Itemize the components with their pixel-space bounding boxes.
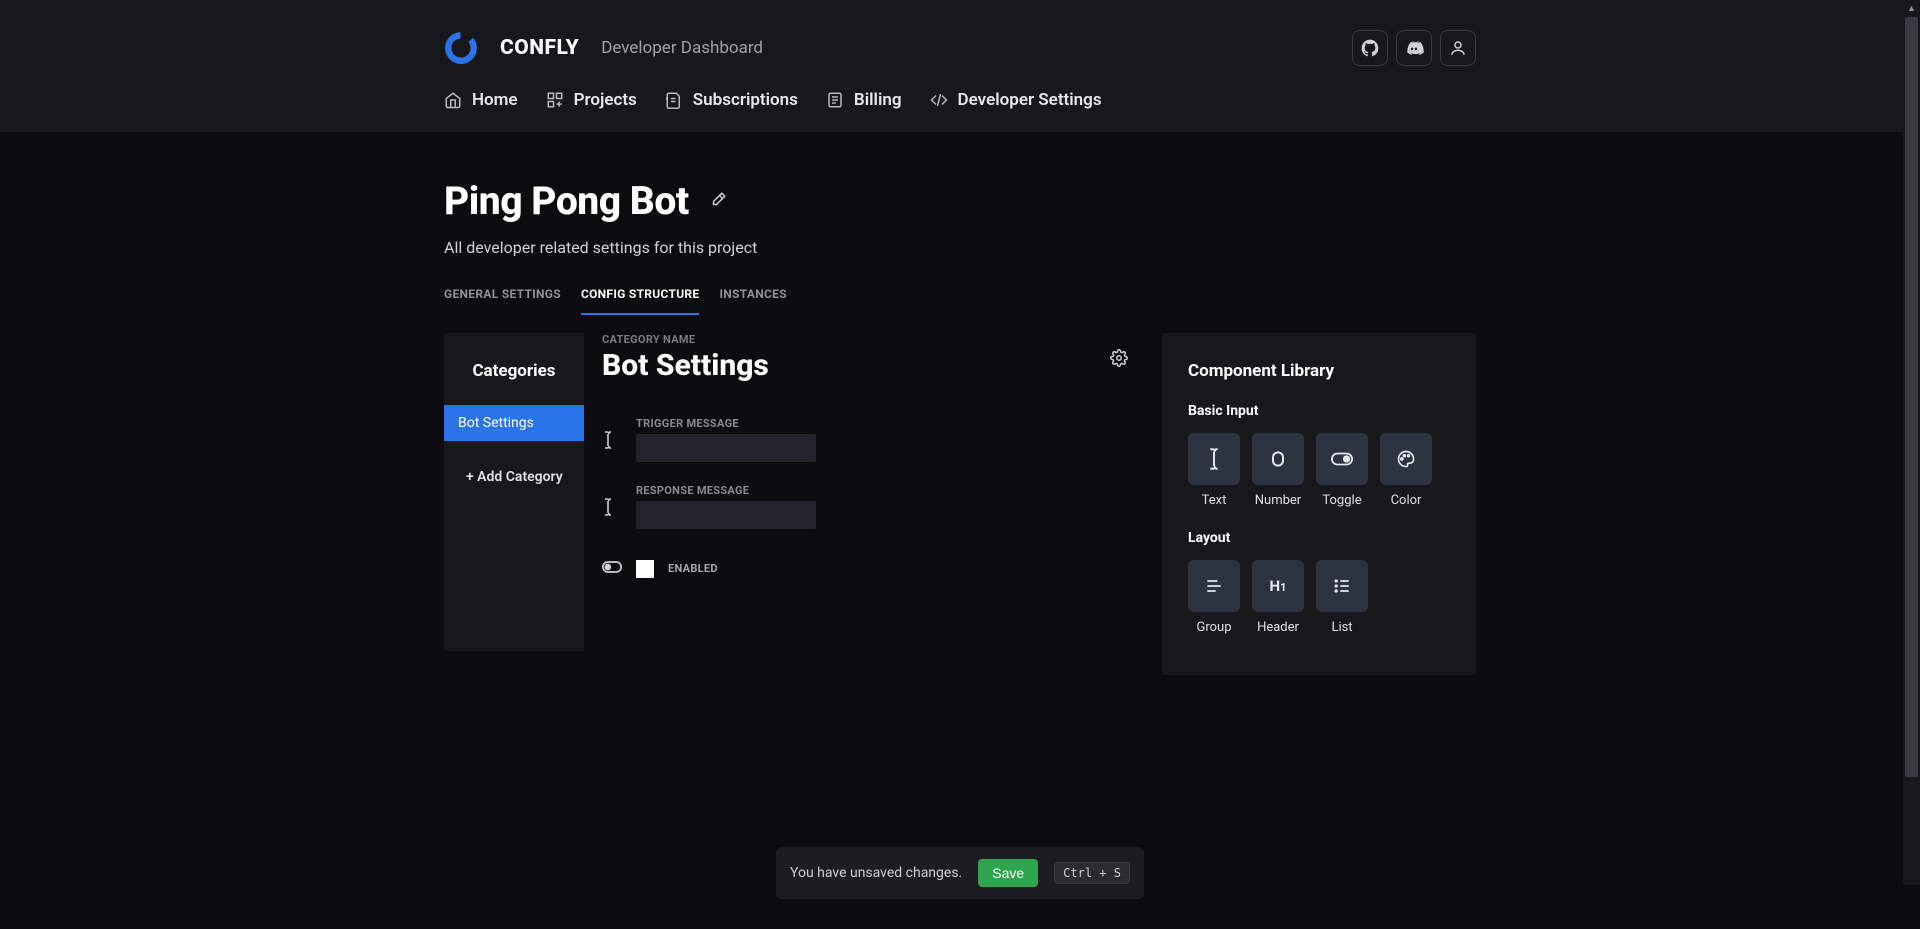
text-cursor-icon xyxy=(602,431,622,453)
color-icon xyxy=(1396,449,1416,469)
page-title: Ping Pong Bot xyxy=(444,178,689,224)
categories-header: Categories xyxy=(444,333,584,405)
projects-icon xyxy=(546,91,564,109)
scrollbar-thumb[interactable] xyxy=(1905,17,1918,777)
enabled-checkbox[interactable] xyxy=(636,560,654,578)
nav-billing[interactable]: Billing xyxy=(826,90,902,110)
user-icon xyxy=(1449,39,1467,57)
add-category-button[interactable]: + Add Category xyxy=(444,441,584,499)
library-tile-color-label: Color xyxy=(1391,493,1422,508)
header-top-row: CONFLY Developer Dashboard xyxy=(444,30,1476,90)
nav-home-label: Home xyxy=(472,90,518,110)
tabs: GENERAL SETTINGS CONFIG STRUCTURE INSTAN… xyxy=(444,279,1476,315)
field-trigger-message: TRIGGER MESSAGE xyxy=(602,417,1120,462)
nav-home[interactable]: Home xyxy=(444,90,518,110)
brand-name: CONFLY xyxy=(500,36,579,60)
library-tile-list-label: List xyxy=(1331,620,1352,635)
scrollbar-up-arrow-icon[interactable]: ▲ xyxy=(1903,0,1920,17)
subscriptions-icon xyxy=(665,91,683,109)
field-label-response: RESPONSE MESSAGE xyxy=(636,484,816,497)
discord-button[interactable] xyxy=(1396,30,1432,66)
nav-projects-label: Projects xyxy=(574,90,637,110)
categories-panel: Categories Bot Settings + Add Category xyxy=(444,333,584,651)
library-tile-number[interactable]: Number xyxy=(1252,433,1304,508)
component-library-panel: Component Library Basic Input Text Numbe… xyxy=(1162,333,1476,675)
pencil-icon xyxy=(709,191,727,209)
toggle-switch-icon xyxy=(1331,452,1353,466)
save-toast-message: You have unsaved changes. xyxy=(790,865,962,881)
save-shortcut-hint: Ctrl + S xyxy=(1054,862,1130,884)
editor-column: CATEGORY NAME Bot Settings TRIGGER MESSA… xyxy=(584,333,1138,578)
text-cursor-icon xyxy=(602,498,622,520)
list-icon xyxy=(1332,576,1352,596)
scrollbar[interactable]: ▲ ▼ xyxy=(1903,0,1920,929)
github-button[interactable] xyxy=(1352,30,1388,66)
library-tile-header-label: Header xyxy=(1257,620,1299,635)
home-icon xyxy=(444,91,462,109)
number-icon xyxy=(1268,449,1288,469)
discord-icon xyxy=(1404,38,1424,58)
field-label-enabled: ENABLED xyxy=(668,562,718,575)
field-label-trigger: TRIGGER MESSAGE xyxy=(636,417,816,430)
nav-subscriptions-label: Subscriptions xyxy=(693,90,798,110)
field-enabled: ENABLED xyxy=(602,559,1120,578)
header-icon: H1 xyxy=(1270,577,1287,595)
tab-general-settings[interactable]: GENERAL SETTINGS xyxy=(444,279,561,315)
billing-icon xyxy=(826,91,844,109)
category-name-label: CATEGORY NAME xyxy=(602,333,1120,346)
nav-projects[interactable]: Projects xyxy=(546,90,637,110)
save-button[interactable]: Save xyxy=(978,859,1038,887)
gear-icon xyxy=(1110,349,1128,367)
library-tile-list[interactable]: List xyxy=(1316,560,1368,635)
edit-title-button[interactable] xyxy=(705,187,731,216)
save-toast: You have unsaved changes. Save Ctrl + S xyxy=(776,847,1144,899)
library-tile-text-label: Text xyxy=(1202,493,1227,508)
library-tile-group-label: Group xyxy=(1196,620,1231,635)
tab-config-structure[interactable]: CONFIG STRUCTURE xyxy=(581,279,700,315)
header-area: CONFLY Developer Dashboard Home xyxy=(0,0,1920,132)
library-tile-toggle[interactable]: Toggle xyxy=(1316,433,1368,508)
brand-subtitle: Developer Dashboard xyxy=(601,38,763,58)
group-icon xyxy=(1204,576,1224,596)
library-section-layout: Layout xyxy=(1188,530,1450,546)
tab-instances[interactable]: INSTANCES xyxy=(719,279,786,315)
category-name-title: Bot Settings xyxy=(602,348,1120,383)
brand-block: CONFLY Developer Dashboard xyxy=(444,31,763,65)
main-nav: Home Projects Subscriptions Billing Deve… xyxy=(444,90,1476,132)
nav-subscriptions[interactable]: Subscriptions xyxy=(665,90,798,110)
nav-dev-settings-label: Developer Settings xyxy=(958,90,1102,110)
library-tile-header[interactable]: H1 Header xyxy=(1252,560,1304,635)
toggle-icon xyxy=(602,559,622,578)
trigger-message-input[interactable] xyxy=(636,434,816,462)
page-subtitle: All developer related settings for this … xyxy=(444,238,1476,257)
category-settings-button[interactable] xyxy=(1110,349,1128,370)
github-icon xyxy=(1360,38,1380,58)
category-item-bot-settings[interactable]: Bot Settings xyxy=(444,405,584,441)
code-icon xyxy=(930,91,948,109)
library-tile-group[interactable]: Group xyxy=(1188,560,1240,635)
library-section-basic-input: Basic Input xyxy=(1188,403,1450,419)
library-tile-number-label: Number xyxy=(1255,493,1301,508)
nav-billing-label: Billing xyxy=(854,90,902,110)
account-button[interactable] xyxy=(1440,30,1476,66)
text-icon xyxy=(1206,448,1222,470)
component-library-title: Component Library xyxy=(1188,361,1450,381)
confly-logo-icon xyxy=(444,31,478,65)
nav-dev-settings[interactable]: Developer Settings xyxy=(930,90,1102,110)
library-tile-color[interactable]: Color xyxy=(1380,433,1432,508)
library-tile-toggle-label: Toggle xyxy=(1322,493,1361,508)
library-tile-text[interactable]: Text xyxy=(1188,433,1240,508)
response-message-input[interactable] xyxy=(636,501,816,529)
field-response-message: RESPONSE MESSAGE xyxy=(602,484,1120,529)
